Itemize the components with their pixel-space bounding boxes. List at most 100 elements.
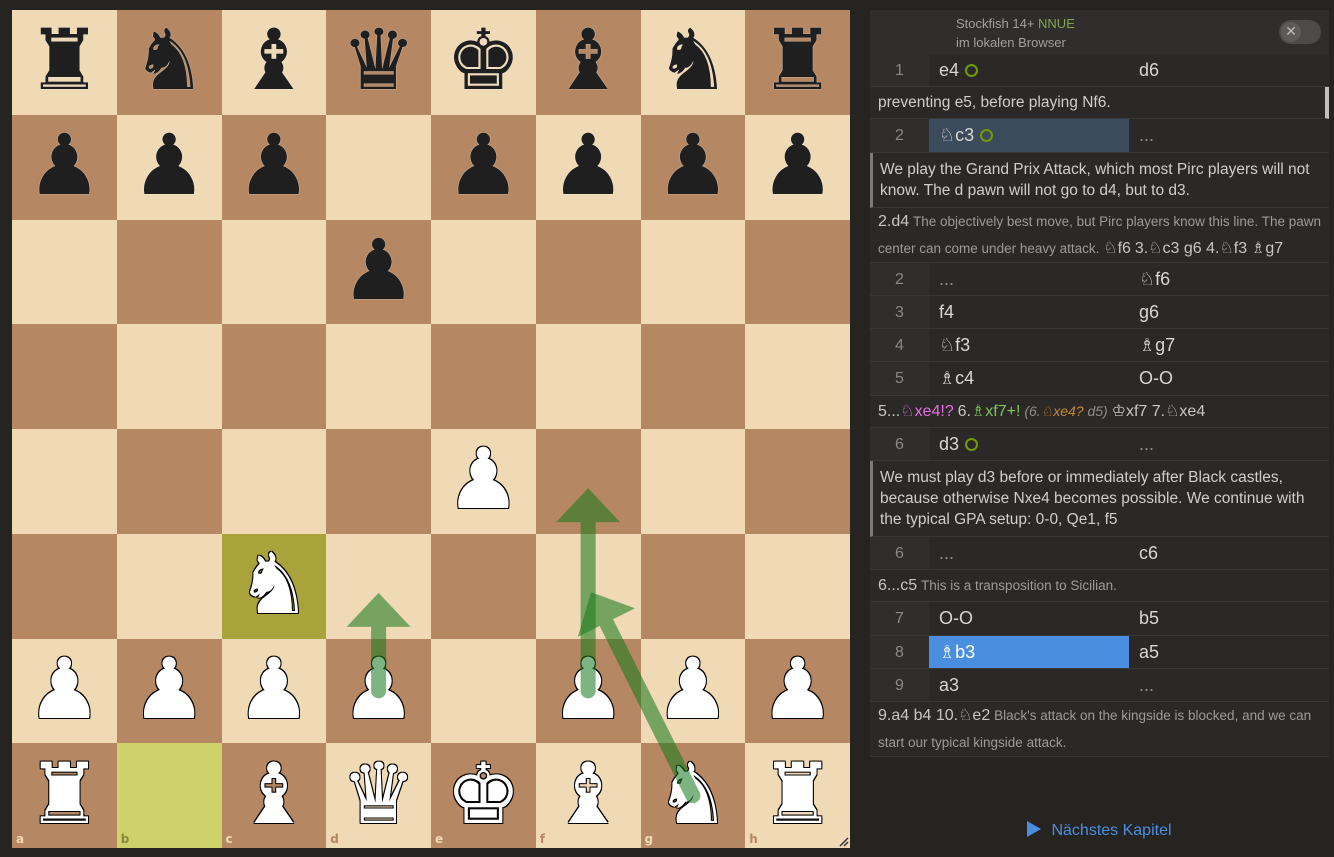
square-b5[interactable] bbox=[116, 324, 222, 429]
square-e5[interactable] bbox=[431, 324, 536, 429]
square-c5[interactable] bbox=[221, 324, 327, 429]
variation-move[interactable]: 6...c5 bbox=[878, 577, 917, 594]
move-black[interactable]: b5 bbox=[1129, 602, 1329, 634]
white-queen-icon[interactable]: ♛ bbox=[326, 741, 431, 846]
variation-move[interactable]: 6. bbox=[958, 403, 971, 420]
square-a5[interactable] bbox=[12, 324, 117, 429]
chess-board[interactable]: a b c d e f g h 8 7 6 5 4 3 2 1 ♜ ♞ ♝ ♛ ♚ ♝ ♞ ♜ ♟ ♟ ♟ ♟ ♟ ♟ ♟ ♟ ♟ ♞ ♟ ♟ ♟ ♟ ♟ ♟… bbox=[12, 10, 850, 848]
square-h3[interactable] bbox=[745, 533, 850, 639]
square-g4[interactable] bbox=[640, 429, 746, 534]
square-d4[interactable] bbox=[326, 429, 431, 534]
variation-move[interactable]: ♘f6 bbox=[1103, 240, 1131, 257]
move-black[interactable]: a5 bbox=[1129, 636, 1329, 668]
white-rook-icon[interactable]: ♜ bbox=[12, 741, 117, 846]
square-f6[interactable] bbox=[535, 219, 641, 325]
move-black[interactable]: d6 bbox=[1129, 54, 1329, 86]
next-chapter-button[interactable]: Nächstes Kapitel bbox=[870, 810, 1329, 852]
black-pawn-icon[interactable]: ♟ bbox=[745, 113, 850, 218]
black-pawn-icon[interactable]: ♟ bbox=[117, 113, 222, 218]
black-bishop-icon[interactable]: ♝ bbox=[222, 8, 327, 113]
square-d5[interactable] bbox=[326, 324, 431, 429]
square-c6[interactable] bbox=[221, 219, 327, 325]
variation-move[interactable]: ♗xf7+! bbox=[971, 403, 1020, 420]
move-white[interactable]: ♗c4 bbox=[929, 362, 1129, 394]
variation-move[interactable]: 2.d4 bbox=[878, 213, 909, 230]
variation-move[interactable]: ♔xf7 7.♘xe4 bbox=[1112, 403, 1206, 420]
square-b6[interactable] bbox=[116, 219, 222, 325]
variation-move[interactable]: d5) bbox=[1087, 403, 1107, 419]
move-black[interactable]: ♗g7 bbox=[1129, 329, 1329, 361]
black-king-icon[interactable]: ♚ bbox=[431, 8, 536, 113]
black-pawn-icon[interactable]: ♟ bbox=[641, 113, 746, 218]
engine-toggle[interactable]: ✕ bbox=[1279, 20, 1321, 44]
move-white[interactable]: d3 bbox=[929, 428, 1129, 460]
square-g5[interactable] bbox=[640, 324, 746, 429]
black-pawn-icon[interactable]: ♟ bbox=[431, 113, 536, 218]
move-black[interactable]: ... bbox=[1129, 119, 1329, 151]
square-e6[interactable] bbox=[431, 219, 536, 325]
black-bishop-icon[interactable]: ♝ bbox=[536, 8, 641, 113]
white-pawn-icon[interactable]: ♟ bbox=[745, 637, 850, 742]
black-pawn-icon[interactable]: ♟ bbox=[222, 113, 327, 218]
square-e2[interactable] bbox=[431, 638, 536, 744]
move-white[interactable]: O-O bbox=[929, 602, 1129, 634]
square-f4[interactable] bbox=[535, 429, 641, 534]
white-pawn-icon[interactable]: ♟ bbox=[12, 637, 117, 742]
white-king-icon[interactable]: ♚ bbox=[431, 741, 536, 846]
white-rook-icon[interactable]: ♜ bbox=[745, 741, 850, 846]
move-white[interactable]: ♘c3 bbox=[929, 119, 1129, 152]
move-black[interactable]: c6 bbox=[1129, 537, 1329, 569]
move-black[interactable]: ... bbox=[1129, 669, 1329, 701]
move-white[interactable]: ... bbox=[929, 537, 1129, 569]
variation-move[interactable]: 3.♘c3 g6 4.♘f3 bbox=[1135, 240, 1247, 257]
square-g6[interactable] bbox=[640, 219, 746, 325]
white-pawn-icon[interactable]: ♟ bbox=[641, 637, 746, 742]
square-e3[interactable] bbox=[431, 533, 536, 639]
move-black[interactable]: ♘f6 bbox=[1129, 263, 1329, 295]
move-white[interactable]: e4 bbox=[929, 54, 1129, 86]
square-c4[interactable] bbox=[221, 429, 327, 534]
square-d3[interactable] bbox=[326, 533, 431, 639]
black-rook-icon[interactable]: ♜ bbox=[745, 8, 850, 113]
black-pawn-icon[interactable]: ♟ bbox=[326, 218, 431, 323]
square-d7[interactable] bbox=[326, 114, 431, 220]
white-knight-icon[interactable]: ♞ bbox=[641, 741, 746, 846]
white-pawn-icon[interactable]: ♟ bbox=[117, 637, 222, 742]
move-black[interactable]: ... bbox=[1129, 428, 1329, 460]
square-b1[interactable] bbox=[116, 743, 222, 848]
square-h6[interactable] bbox=[745, 219, 850, 325]
square-b3[interactable] bbox=[116, 533, 222, 639]
white-knight-icon[interactable]: ♞ bbox=[222, 532, 327, 637]
variation-move[interactable]: ♗g7 bbox=[1251, 240, 1283, 257]
black-knight-icon[interactable]: ♞ bbox=[641, 8, 746, 113]
square-h5[interactable] bbox=[745, 324, 850, 429]
square-a4[interactable] bbox=[12, 429, 117, 534]
move-white[interactable]: ♗b3 bbox=[929, 635, 1129, 668]
white-pawn-icon[interactable]: ♟ bbox=[431, 427, 536, 532]
square-f5[interactable] bbox=[535, 324, 641, 429]
variation-move[interactable]: 9.a4 b4 10.♘e2 bbox=[878, 707, 990, 724]
square-a6[interactable] bbox=[12, 219, 117, 325]
move-white[interactable]: ... bbox=[929, 263, 1129, 295]
black-pawn-icon[interactable]: ♟ bbox=[12, 113, 117, 218]
variation-move[interactable]: (6. bbox=[1024, 403, 1040, 419]
white-bishop-icon[interactable]: ♝ bbox=[536, 741, 641, 846]
variation-move[interactable]: ♘xe4!? bbox=[900, 403, 953, 420]
black-queen-icon[interactable]: ♛ bbox=[326, 8, 431, 113]
black-knight-icon[interactable]: ♞ bbox=[117, 8, 222, 113]
black-pawn-icon[interactable]: ♟ bbox=[536, 113, 641, 218]
square-f3[interactable] bbox=[535, 533, 641, 639]
square-a3[interactable] bbox=[12, 533, 117, 639]
move-white[interactable]: f4 bbox=[929, 296, 1129, 328]
move-black[interactable]: O-O bbox=[1129, 362, 1329, 394]
move-black[interactable]: g6 bbox=[1129, 296, 1329, 328]
black-rook-icon[interactable]: ♜ bbox=[12, 8, 117, 113]
square-h4[interactable] bbox=[745, 429, 850, 534]
move-white[interactable]: a3 bbox=[929, 669, 1129, 701]
white-pawn-icon[interactable]: ♟ bbox=[326, 637, 431, 742]
square-g3[interactable] bbox=[640, 533, 746, 639]
square-b4[interactable] bbox=[116, 429, 222, 534]
white-pawn-icon[interactable]: ♟ bbox=[536, 637, 641, 742]
white-pawn-icon[interactable]: ♟ bbox=[222, 637, 327, 742]
move-white[interactable]: ♘f3 bbox=[929, 329, 1129, 361]
